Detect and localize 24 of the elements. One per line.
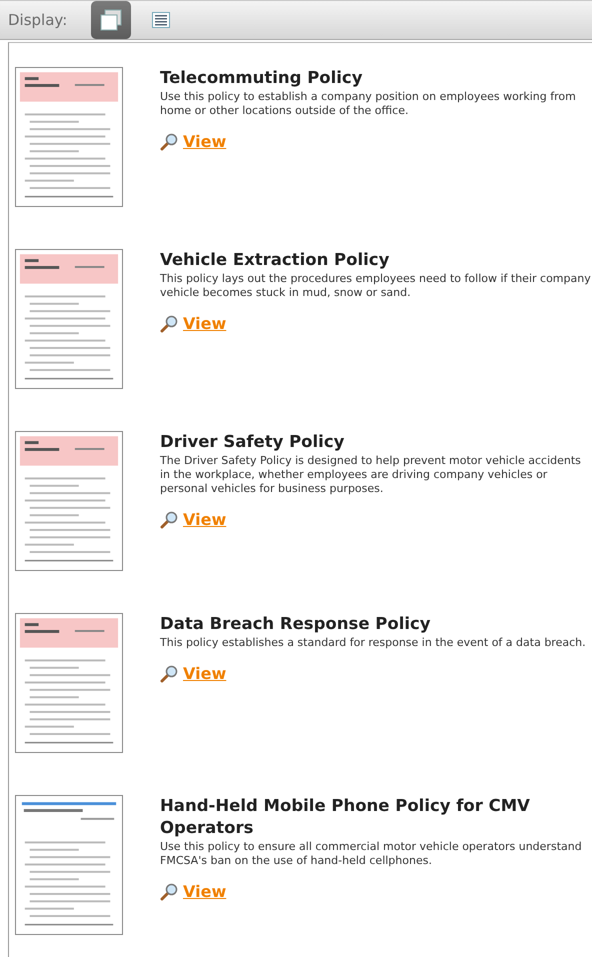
policy-description: This policy lays out the procedures employees need to follow if their company vehicle becomes stuck in mud, snow or sand.	[160, 272, 592, 300]
list-icon	[152, 12, 170, 28]
view-link[interactable]: View	[183, 132, 226, 151]
magnifier-icon	[160, 314, 178, 332]
view-link[interactable]: View	[183, 664, 226, 683]
policy-description: The Driver Safety Policy is designed to help prevent motor vehicle accidents in the workplace, whether employees are driving company vehicles or personal vehicles for business purposes.	[160, 454, 582, 496]
policy-description: Use this policy to ensure all commercial motor vehicle operators understand FMCSA's ban on the use of hand-held cellphones.	[160, 840, 583, 868]
display-label: Display:	[8, 11, 68, 29]
policy-title: Hand-Held Mobile Phone Policy for CMV Operators	[160, 795, 531, 839]
policy-title: Vehicle Extraction Policy	[160, 249, 390, 271]
windows-icon	[99, 8, 124, 32]
magnifier-icon	[160, 664, 178, 682]
policy-title: Data Breach Response Policy	[160, 613, 432, 635]
magnifier-icon	[160, 132, 178, 150]
policy-description: This policy establishes a standard for response in the event of a data breach.	[160, 636, 587, 650]
policy-description: Use this policy to establish a company position on employees working from home or other locations outside of the office.	[160, 90, 577, 118]
policy-title: Telecommuting Policy	[160, 67, 364, 89]
view-link[interactable]: View	[183, 882, 226, 901]
magnifier-icon	[160, 510, 178, 528]
policy-title: Driver Safety Policy	[160, 431, 346, 453]
view-link[interactable]: View	[183, 314, 226, 333]
view-mode-button[interactable]	[91, 1, 132, 39]
view-link[interactable]: View	[183, 510, 226, 529]
magnifier-icon	[160, 882, 178, 900]
